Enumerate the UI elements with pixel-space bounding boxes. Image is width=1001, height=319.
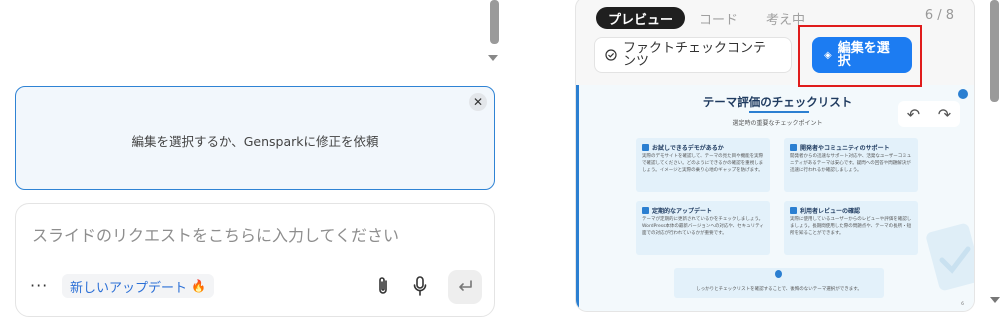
tab-preview[interactable]: プレビュー bbox=[596, 7, 686, 29]
footer-note-text: しっかりとチェックリストを確認することで、後悔のないテーマ選択ができます。 bbox=[696, 287, 862, 292]
undo-icon[interactable]: ↶ bbox=[907, 105, 920, 124]
checkbox-icon bbox=[790, 207, 797, 214]
card-title: 開発者やコミュニティのサポート bbox=[800, 145, 890, 152]
card-title: 定期的なアップデート bbox=[652, 208, 713, 215]
scroll-down-arrow-icon[interactable] bbox=[990, 297, 1000, 303]
checkbox-icon bbox=[790, 144, 797, 151]
redo-icon[interactable]: ↷ bbox=[938, 105, 951, 124]
preview-scrollbar[interactable] bbox=[990, 0, 999, 102]
card-body: 実際のデモサイトを確認して、テーマの見た目や機能を実際で確認してください。どのよ… bbox=[642, 154, 764, 173]
new-update-label: 新しいアップデート bbox=[70, 280, 188, 296]
checklist-card: お試しできるデモがあるか 実際のデモサイトを確認して、テーマの見た目や機能を実際… bbox=[636, 138, 770, 192]
checklist-card: 定期的なアップデート テーマが定期的に更新されているかをチェックしましょう。Wo… bbox=[636, 201, 770, 255]
card-title: お試しできるデモがあるか bbox=[652, 145, 724, 152]
chat-input-placeholder[interactable]: スライドのリクエストをこちらに入力してください bbox=[32, 222, 399, 246]
checklist-card: 開発者やコミュニティのサポート 開発者からの迅速なサポート対応や、活発なユーザー… bbox=[784, 138, 918, 192]
scroll-down-arrow-icon[interactable] bbox=[488, 55, 498, 61]
card-body: テーマが定期的に更新されているかをチェックしましょう。WordPress本体の最… bbox=[642, 217, 764, 236]
close-icon[interactable]: ✕ bbox=[469, 93, 487, 111]
fact-check-label: ファクトチェックコンテンツ bbox=[623, 41, 767, 69]
edit-hint-text: 編集を選択するか、Gensparkに修正を依頼 bbox=[131, 134, 379, 149]
check-circle-icon bbox=[605, 49, 617, 61]
wordpress-icon bbox=[958, 89, 968, 99]
checkbox-icon bbox=[642, 207, 649, 214]
enter-icon bbox=[459, 280, 472, 291]
more-options-icon[interactable]: ··· bbox=[30, 276, 48, 295]
page-counter: 6 / 8 bbox=[924, 8, 954, 23]
lightbulb-icon bbox=[775, 270, 782, 278]
preview-area: プレビュー コード 考え中 6 / 8 ファクトチェックコンテンツ ◈ 編集を選… bbox=[560, 0, 1001, 319]
microphone-icon[interactable] bbox=[412, 275, 428, 297]
slide-canvas[interactable]: テーマ評価のチェックリスト 選定時の重要なチェックポイント ↶ ↷ お試しできる… bbox=[576, 85, 974, 311]
checkbox-icon bbox=[642, 144, 649, 151]
checklist-card: 利用者レビューの確認 実際に使用しているユーザーからのレビューや評価を確認しまし… bbox=[784, 201, 918, 255]
decorative-check-icon bbox=[926, 223, 974, 291]
card-body: 開発者からの迅速なサポート対応や、活発なユーザーコミュニティがあるテーマは安心で… bbox=[790, 154, 912, 173]
title-underline bbox=[749, 111, 809, 113]
card-body: 実際に使用しているユーザーからのレビューや評価を確認しましょう。長期間使用した際… bbox=[790, 217, 912, 236]
send-button[interactable] bbox=[448, 270, 482, 304]
chat-input-box[interactable]: スライドのリクエストをこちらに入力してください ··· 新しいアップデート 🔥 bbox=[15, 203, 495, 317]
paperclip-icon[interactable] bbox=[376, 276, 390, 296]
chat-scrollbar[interactable] bbox=[490, 0, 499, 44]
undo-redo-controls: ↶ ↷ bbox=[898, 101, 960, 127]
slide-footer-note: しっかりとチェックリストを確認することで、後悔のないテーマ選択ができます。 bbox=[674, 268, 884, 298]
new-update-chip[interactable]: 新しいアップデート 🔥 bbox=[62, 274, 214, 298]
chat-panel: ✕ 編集を選択するか、Gensparkに修正を依頼 スライドのリクエストをこちら… bbox=[0, 0, 510, 319]
flame-icon: 🔥 bbox=[191, 279, 206, 293]
highlight-frame bbox=[798, 25, 922, 87]
tab-code[interactable]: コード bbox=[699, 9, 738, 28]
edit-hint-box: ✕ 編集を選択するか、Gensparkに修正を依頼 bbox=[15, 86, 495, 190]
card-title: 利用者レビューの確認 bbox=[800, 208, 861, 215]
fact-check-button[interactable]: ファクトチェックコンテンツ bbox=[594, 37, 792, 73]
